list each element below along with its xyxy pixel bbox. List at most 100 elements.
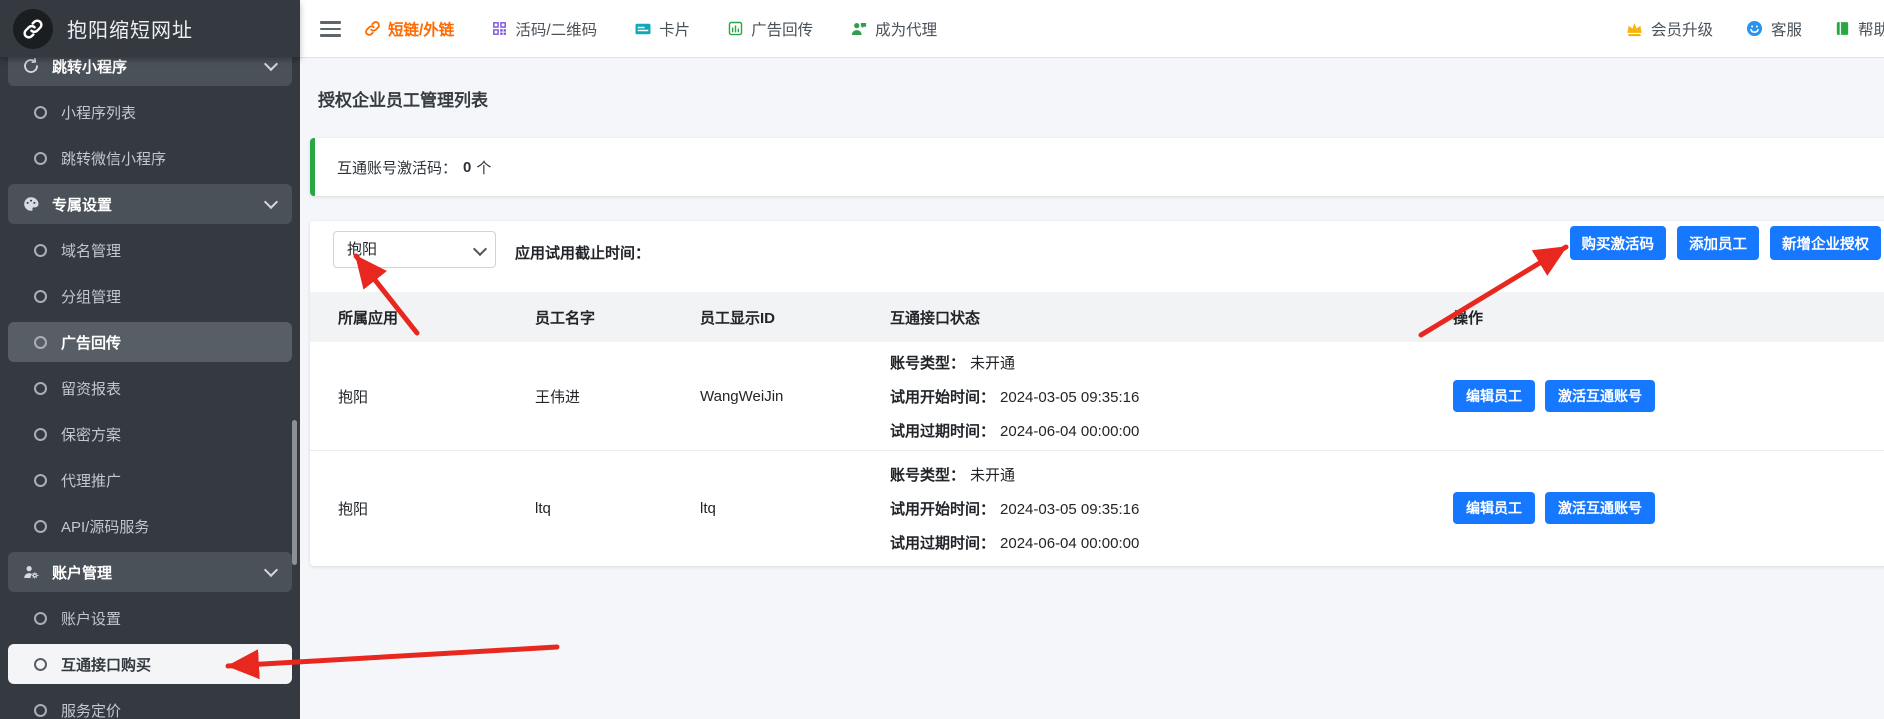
- alert-label: 互通账号激活码：: [337, 157, 457, 178]
- help-book-icon: [1834, 20, 1851, 37]
- sidebar-item[interactable]: 域名管理: [8, 230, 292, 270]
- card-actions: 购买激活码添加员工新增企业授权: [1570, 226, 1882, 260]
- row-action-button[interactable]: 激活互通账号: [1545, 380, 1655, 412]
- row-action-button[interactable]: 编辑员工: [1453, 492, 1535, 524]
- topnav-right: 会员升级 客服 帮助: [1625, 0, 1884, 57]
- sidebar-menu: 跳转小程序小程序列表跳转微信小程序专属设置域名管理分组管理广告回传留资报表保密方…: [0, 57, 300, 719]
- sidebar-item-label: 账户设置: [61, 608, 121, 629]
- cell-name: 王伟进: [535, 386, 700, 407]
- topnav-right-item[interactable]: 帮助: [1834, 18, 1884, 40]
- table-header-cell: 互通接口状态: [890, 307, 1453, 328]
- bullet-circle-icon: [34, 382, 47, 395]
- user-settings-icon: [22, 563, 40, 581]
- palette-icon: [22, 195, 40, 213]
- cell-app: 抱阳: [338, 498, 535, 519]
- topnav-item-label: 成为代理: [875, 18, 937, 40]
- table-header-cell: 员工显示ID: [700, 307, 890, 328]
- row-action-button[interactable]: 编辑员工: [1453, 380, 1535, 412]
- topnav-item[interactable]: 成为代理: [850, 18, 937, 40]
- topnav-right-item[interactable]: 客服: [1745, 18, 1802, 40]
- table-header-cell: 所属应用: [338, 307, 535, 328]
- topnav-item[interactable]: 活码/二维码: [491, 18, 597, 40]
- cell-display-id: WangWeiJin: [700, 388, 890, 405]
- sidebar-group-label: 专属设置: [52, 194, 266, 215]
- sidebar-item[interactable]: 保密方案: [8, 414, 292, 454]
- bullet-circle-icon: [34, 336, 47, 349]
- sidebar-scrollbar[interactable]: [292, 420, 297, 565]
- table-row: 抱阳 ltq ltq 账号类型：未开通试用开始时间：2024-03-05 09:…: [310, 450, 1884, 565]
- sidebar-item[interactable]: API/源码服务: [8, 506, 292, 546]
- sidebar-item-label: 小程序列表: [61, 102, 136, 123]
- cell-display-id: ltq: [700, 500, 890, 517]
- cell-actions: 编辑员工激活互通账号: [1453, 380, 1884, 412]
- chain-link-icon: [13, 9, 53, 49]
- action-button[interactable]: 新增企业授权: [1770, 226, 1881, 260]
- activation-code-alert: 互通账号激活码：0个: [310, 138, 1884, 196]
- sidebar: 抱阳缩短网址 跳转小程序小程序列表跳转微信小程序专属设置域名管理分组管理广告回传…: [0, 0, 300, 719]
- topnav-item[interactable]: 短链/外链: [364, 18, 454, 40]
- sidebar-item-label: 域名管理: [61, 240, 121, 261]
- cell-actions: 编辑员工激活互通账号: [1453, 492, 1884, 524]
- sidebar-item-label: 广告回传: [61, 332, 121, 353]
- topnav-item-label: 会员升级: [1651, 18, 1713, 40]
- bullet-circle-icon: [34, 152, 47, 165]
- customer-service-icon: [1745, 19, 1764, 38]
- topnav: 短链/外链 活码/二维码 卡片 广告回传 成为代理: [364, 0, 937, 57]
- brand-title: 抱阳缩短网址: [67, 14, 193, 43]
- sidebar-item[interactable]: 广告回传: [8, 322, 292, 362]
- sidebar-item-label: 跳转微信小程序: [61, 148, 166, 169]
- sidebar-item[interactable]: 代理推广: [8, 460, 292, 500]
- topnav-item[interactable]: 卡片: [634, 18, 690, 40]
- status-line: 试用开始时间：2024-03-05 09:35:16: [890, 386, 1453, 407]
- app-root: { "brand": { "title": "抱阳缩短网址", "logo_ic…: [0, 0, 1884, 719]
- hamburger-menu-icon[interactable]: [320, 21, 341, 41]
- bullet-circle-icon: [34, 474, 47, 487]
- sidebar-item[interactable]: 账户设置: [8, 598, 292, 638]
- row-action-button[interactable]: 激活互通账号: [1545, 492, 1655, 524]
- sidebar-item-label: 留资报表: [61, 378, 121, 399]
- bullet-circle-icon: [34, 290, 47, 303]
- bullet-circle-icon: [34, 428, 47, 441]
- cell-name: ltq: [535, 500, 700, 517]
- sidebar-group[interactable]: 账户管理: [8, 552, 292, 592]
- sidebar-item-label: 分组管理: [61, 286, 121, 307]
- sidebar-item-label: 保密方案: [61, 424, 121, 445]
- cell-status: 账号类型：未开通试用开始时间：2024-03-05 09:35:16 试用过期时间…: [890, 352, 1453, 441]
- status-line: 账号类型：未开通: [890, 464, 1453, 485]
- bullet-circle-icon: [34, 520, 47, 533]
- chevron-down-icon: [264, 195, 278, 209]
- sidebar-item-label: 互通接口购买: [61, 654, 151, 675]
- chevron-down-icon: [264, 57, 278, 71]
- sidebar-item-label: 服务定价: [61, 700, 121, 719]
- topnav-item-label: 帮助: [1858, 18, 1884, 40]
- action-button[interactable]: 购买激活码: [1570, 226, 1667, 260]
- sidebar-item[interactable]: 跳转微信小程序: [8, 138, 292, 178]
- sidebar-group[interactable]: 跳转小程序: [8, 57, 292, 86]
- app-select[interactable]: 抱阳: [333, 231, 496, 268]
- sidebar-item[interactable]: 互通接口购买: [8, 644, 292, 684]
- status-line: 试用过期时间：2024-06-04 00:00:00: [890, 420, 1453, 441]
- sidebar-item[interactable]: 服务定价: [8, 690, 292, 719]
- sidebar-group[interactable]: 专属设置: [8, 184, 292, 224]
- page-title: 授权企业员工管理列表: [318, 86, 488, 111]
- topbar: 短链/外链 活码/二维码 卡片 广告回传 成为代理 会员升级 客服 帮助: [300, 0, 1884, 58]
- brand[interactable]: 抱阳缩短网址: [0, 0, 300, 57]
- status-line: 账号类型：未开通: [890, 352, 1453, 373]
- sidebar-item[interactable]: 分组管理: [8, 276, 292, 316]
- bullet-circle-icon: [34, 704, 47, 717]
- topnav-item[interactable]: 广告回传: [727, 18, 813, 40]
- sidebar-item[interactable]: 留资报表: [8, 368, 292, 408]
- bullet-circle-icon: [34, 244, 47, 257]
- topnav-right-item[interactable]: 会员升级: [1625, 18, 1713, 40]
- bullet-circle-icon: [34, 612, 47, 625]
- trial-deadline-label: 应用试用截止时间：: [515, 242, 650, 263]
- sidebar-group-label: 跳转小程序: [52, 57, 266, 77]
- topnav-item-label: 广告回传: [751, 18, 813, 40]
- cell-app: 抱阳: [338, 386, 535, 407]
- action-button[interactable]: 添加员工: [1677, 226, 1759, 260]
- table-body: 抱阳 王伟进 WangWeiJin 账号类型：未开通试用开始时间：2024-03…: [310, 342, 1884, 565]
- card-icon: [634, 20, 652, 38]
- sidebar-item[interactable]: 小程序列表: [8, 92, 292, 132]
- bullet-circle-icon: [34, 658, 47, 671]
- link-icon: [364, 20, 381, 37]
